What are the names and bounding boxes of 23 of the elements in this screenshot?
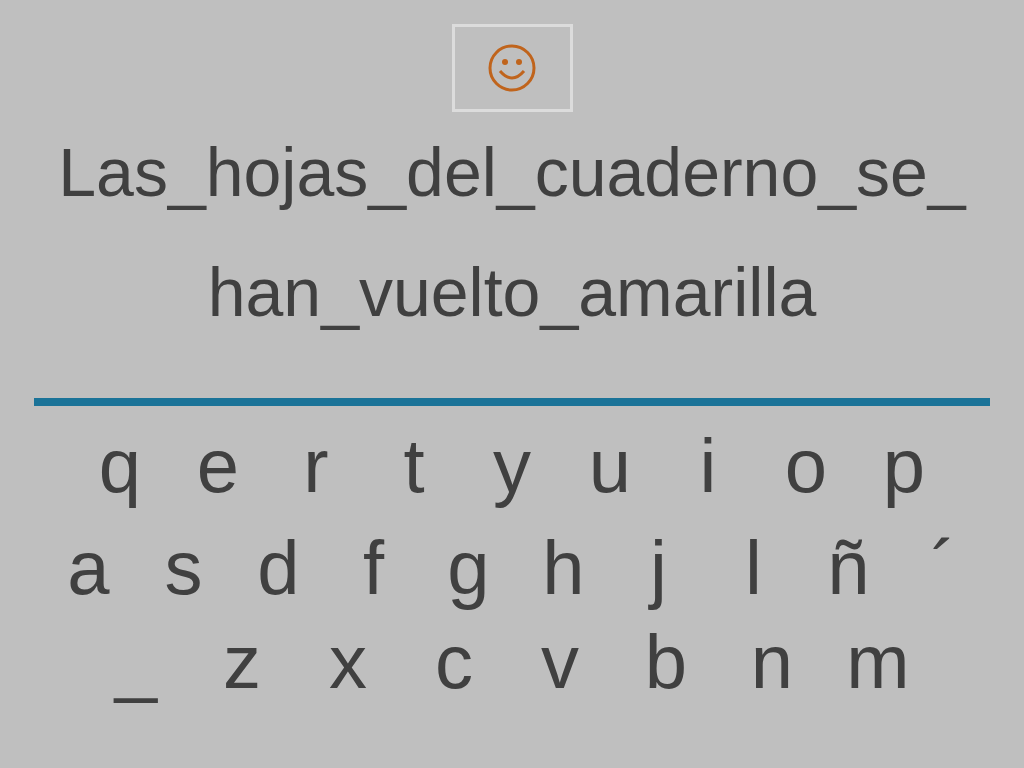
letter-key[interactable]: b bbox=[613, 624, 719, 700]
letter-key[interactable]: i bbox=[659, 428, 757, 504]
letter-key[interactable]: a bbox=[41, 530, 136, 606]
smiley-icon bbox=[487, 43, 537, 93]
letter-key[interactable]: l bbox=[706, 530, 801, 606]
letter-key[interactable]: m bbox=[825, 624, 931, 700]
letter-key[interactable]: z bbox=[189, 624, 295, 700]
letter-key[interactable]: s bbox=[136, 530, 231, 606]
letter-key[interactable]: ñ bbox=[801, 530, 896, 606]
letter-key[interactable]: d bbox=[231, 530, 326, 606]
letter-key[interactable]: h bbox=[516, 530, 611, 606]
letter-key[interactable]: ´ bbox=[896, 530, 991, 606]
smiley-button[interactable] bbox=[451, 24, 573, 112]
letter-key[interactable]: x bbox=[295, 624, 401, 700]
letter-key[interactable]: r bbox=[267, 428, 365, 504]
letter-key[interactable]: e bbox=[169, 428, 267, 504]
letter-key[interactable]: n bbox=[719, 624, 825, 700]
letter-key[interactable]: f bbox=[326, 530, 421, 606]
letter-key[interactable]: c bbox=[401, 624, 507, 700]
letter-key[interactable]: o bbox=[757, 428, 855, 504]
letter-key[interactable]: u bbox=[561, 428, 659, 504]
letter-key[interactable]: v bbox=[507, 624, 613, 700]
letter-key[interactable]: t bbox=[365, 428, 463, 504]
